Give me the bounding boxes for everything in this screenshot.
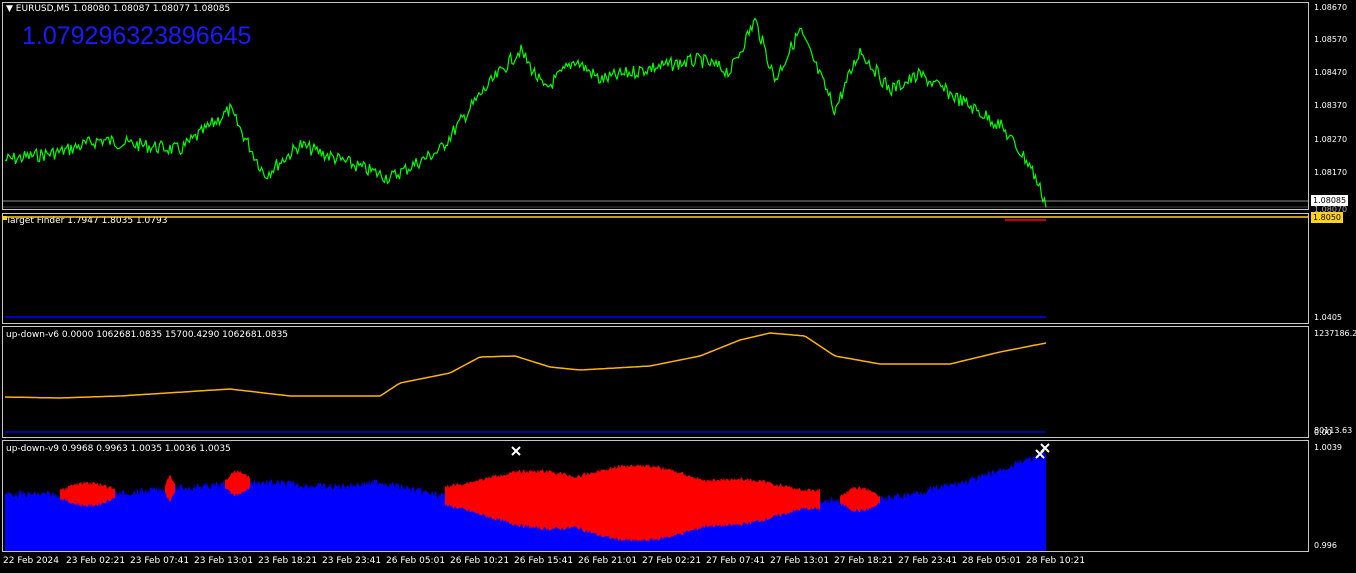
time-tick: 26 Feb 10:21	[450, 556, 510, 566]
time-tick: 23 Feb 02:21	[66, 556, 126, 566]
time-tick: 23 Feb 18:21	[258, 556, 318, 566]
time-tick: 26 Feb 05:01	[386, 556, 446, 566]
signal-cross-icon	[1040, 443, 1050, 453]
time-tick: 23 Feb 23:41	[322, 556, 382, 566]
v6-line	[4, 332, 1047, 399]
time-tick: 23 Feb 07:41	[130, 556, 190, 566]
time-tick: 27 Feb 07:41	[706, 556, 766, 566]
time-tick: 27 Feb 23:41	[898, 556, 958, 566]
time-tick: 26 Feb 21:01	[578, 556, 638, 566]
time-tick: 22 Feb 2024	[3, 556, 60, 566]
time-tick: 23 Feb 13:01	[194, 556, 254, 566]
signal-cross-icon	[511, 446, 521, 456]
time-tick: 27 Feb 13:01	[770, 556, 830, 566]
time-tick: 28 Feb 05:01	[962, 556, 1022, 566]
time-tick: 26 Feb 15:41	[514, 556, 574, 566]
price-line	[4, 17, 1047, 208]
time-tick: 28 Feb 10:21	[1026, 556, 1086, 566]
target-marker-icon	[3, 216, 7, 220]
chart-drawing-layer	[3, 17, 1309, 551]
time-tick: 27 Feb 02:21	[642, 556, 702, 566]
time-tick: 27 Feb 18:21	[834, 556, 894, 566]
